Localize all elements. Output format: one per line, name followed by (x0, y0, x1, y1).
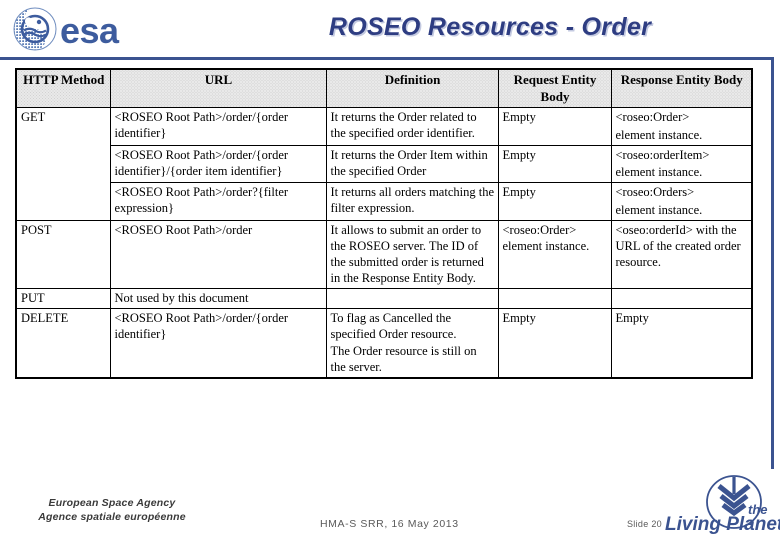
cell-definition (325, 287, 499, 309)
response-line: <roseo:Order> (615, 110, 690, 125)
cell-response-body (610, 287, 753, 309)
cell-response-body: <roseo:Order> element instance. (610, 107, 753, 146)
cell-definition: To flag as Cancelled the specified Order… (325, 307, 499, 379)
cell-url: <ROSEO Root Path>/order/{order identifie… (109, 144, 327, 184)
esa-logo-svg: esa (13, 7, 121, 51)
cell-definition: It returns all orders matching the filte… (325, 182, 499, 221)
cell-request-body: <roseo:Order> element instance. (497, 219, 612, 289)
header-divider (0, 57, 774, 60)
cell-response-body: <oseo:orderId> with the URL of the creat… (610, 219, 753, 289)
cell-definition: It allows to submit an order to the ROSE… (325, 219, 499, 289)
cell-definition: It returns the Order related to the spec… (325, 107, 499, 146)
footer-event-info: HMA-S SRR, 16 May 2013 (320, 518, 459, 530)
living-planet-logo: the Living Planet (662, 472, 780, 538)
table-row: GET <ROSEO Root Path>/order/{order ident… (15, 107, 753, 221)
right-border-line (771, 57, 774, 469)
definition-line: The Order resource is still on the serve… (330, 344, 477, 375)
esa-logo: esa (10, 4, 160, 54)
column-header-response-body: Response Entity Body (610, 68, 753, 109)
cell-url: <ROSEO Root Path>/order/{order identifie… (109, 307, 327, 379)
cell-url: <ROSEO Root Path>/order (109, 219, 327, 289)
living-planet-logo-svg: the Living Planet (665, 475, 780, 535)
cell-http-method-get: GET (15, 107, 111, 221)
column-header-request-body: Request Entity Body (497, 68, 612, 109)
table-row: POST <ROSEO Root Path>/order It allows t… (15, 219, 753, 289)
cell-http-method-put: PUT (15, 287, 111, 309)
cell-response-body: <roseo:Orders> element instance. (610, 182, 753, 221)
esa-wordmark: esa (60, 10, 120, 51)
cell-request-body: Empty (497, 107, 612, 146)
response-line: element instance. (615, 127, 703, 142)
cell-response-body: <roseo:orderItem> element instance. (610, 144, 753, 184)
table-row: DELETE <ROSEO Root Path>/order/{order id… (15, 307, 753, 379)
cell-request-body: Empty (497, 307, 612, 379)
footer-agency-line-fr: Agence spatiale européenne (38, 511, 186, 524)
footer-agency-line-en: European Space Agency (48, 497, 176, 509)
cell-url: Not used by this document (109, 287, 327, 309)
roseo-order-resources-table: HTTP Method URL Definition Request Entit… (15, 68, 753, 380)
column-header-http-method: HTTP Method (15, 68, 111, 109)
cell-url: <ROSEO Root Path>/order?{filter expressi… (109, 182, 327, 221)
definition-line: To flag as Cancelled the specified Order… (330, 310, 457, 341)
footer-agency-name: European Space Agency Agence spatiale eu… (12, 496, 212, 524)
cell-http-method-post: POST (15, 219, 111, 289)
slide-number: Slide 20 (627, 519, 662, 529)
response-line: <roseo:Orders> (615, 185, 695, 200)
cell-http-method-delete: DELETE (15, 307, 111, 379)
cell-response-body: Empty (610, 307, 753, 379)
cell-request-body: Empty (497, 144, 612, 184)
response-line: element instance. (615, 202, 703, 217)
table-row: <ROSEO Root Path>/order/{order identifie… (16, 144, 753, 184)
page-title: ROSEO Resources - Order (328, 13, 652, 41)
cell-definition: It returns the Order Item within the spe… (325, 144, 499, 184)
response-line: <roseo:orderItem> (615, 147, 710, 162)
table-header-row: HTTP Method URL Definition Request Entit… (15, 68, 753, 109)
cell-request-body (497, 287, 612, 309)
cell-request-body: Empty (497, 182, 612, 221)
table-row: <ROSEO Root Path>/order?{filter expressi… (16, 182, 753, 221)
column-header-definition: Definition (325, 68, 499, 109)
cell-url: <ROSEO Root Path>/order/{order identifie… (109, 107, 327, 146)
table-row: PUT Not used by this document (15, 287, 753, 309)
living-planet-wordmark: Living Planet (665, 514, 780, 535)
column-header-url: URL (109, 68, 327, 109)
response-line: element instance. (615, 165, 703, 180)
